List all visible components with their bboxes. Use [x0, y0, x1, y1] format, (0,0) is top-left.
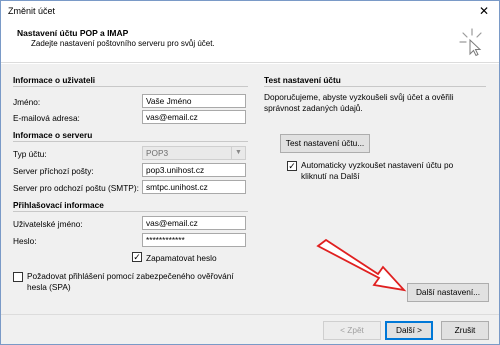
- spa-label-line2: hesla (SPA): [27, 282, 71, 292]
- title-bar: Změnit účet ✕: [1, 1, 499, 23]
- test-account-button[interactable]: Test nastavení účtu...: [280, 134, 370, 153]
- test-description-line2: správnost zadaných údajů.: [264, 103, 363, 113]
- chevron-down-icon: ▼: [231, 147, 245, 159]
- account-type-value: POP3: [146, 148, 169, 158]
- back-button[interactable]: < Zpět: [323, 321, 381, 340]
- outgoing-server-field[interactable]: smtpc.unihost.cz: [142, 180, 246, 194]
- more-settings-button[interactable]: Další nastavení...: [407, 283, 489, 302]
- account-type-label: Typ účtu:: [13, 149, 47, 159]
- annotation-arrow-icon: [316, 238, 407, 292]
- login-info-divider: [13, 211, 248, 212]
- test-description-line1: Doporučujeme, abyste vyzkoušeli svůj úče…: [264, 92, 454, 102]
- cancel-button[interactable]: Zrušit: [441, 321, 489, 340]
- login-info-heading: Přihlašovací informace: [13, 200, 104, 210]
- user-info-heading: Informace o uživateli: [13, 75, 96, 85]
- name-field[interactable]: Vaše Jméno: [142, 94, 246, 108]
- auto-test-label-line2: kliknutí na Další: [301, 171, 360, 181]
- cursor-sparkle-icon: [459, 28, 482, 57]
- header-subtitle: Zadejte nastavení poštovního serveru pro…: [31, 39, 215, 48]
- password-field[interactable]: ************: [142, 233, 246, 247]
- header-title: Nastavení účtu POP a IMAP: [17, 28, 129, 38]
- test-divider: [264, 86, 486, 87]
- user-info-divider: [13, 86, 248, 87]
- server-info-divider: [13, 141, 248, 142]
- remember-password-label: Zapamatovat heslo: [146, 253, 217, 263]
- outgoing-server-label: Server pro odchozí poštu (SMTP):: [13, 183, 139, 193]
- auto-test-checkbox[interactable]: ✓: [287, 161, 297, 171]
- close-icon[interactable]: ✕: [473, 3, 495, 20]
- window-title: Změnit účet: [8, 6, 56, 16]
- username-label: Uživatelské jméno:: [13, 219, 83, 229]
- incoming-server-field[interactable]: pop3.unihost.cz: [142, 163, 246, 177]
- password-label: Heslo:: [13, 236, 37, 246]
- remember-password-checkbox[interactable]: ✓: [132, 252, 142, 262]
- spa-label-line1: Požadovat přihlášení pomocí zabezpečenéh…: [27, 271, 234, 281]
- account-type-select[interactable]: POP3 ▼: [142, 146, 246, 160]
- spa-checkbox[interactable]: [13, 272, 23, 282]
- server-info-heading: Informace o serveru: [13, 130, 93, 140]
- dialog-window: Změnit účet ✕ Nastavení účtu POP a IMAP …: [0, 0, 500, 345]
- email-label: E-mailová adresa:: [13, 113, 80, 123]
- test-heading: Test nastavení účtu: [264, 75, 341, 85]
- incoming-server-label: Server příchozí pošty:: [13, 166, 94, 176]
- username-field[interactable]: vas@email.cz: [142, 216, 246, 230]
- settings-body: Informace o uživateli Jméno: Vaše Jméno …: [1, 64, 499, 314]
- next-button[interactable]: Další >: [385, 321, 433, 340]
- dialog-footer: < Zpět Další > Zrušit: [1, 314, 499, 344]
- email-field[interactable]: vas@email.cz: [142, 110, 246, 124]
- auto-test-label-line1: Automaticky vyzkoušet nastavení účtu po: [301, 160, 454, 170]
- dialog-header: Nastavení účtu POP a IMAP Zadejte nastav…: [1, 23, 499, 63]
- name-label: Jméno:: [13, 97, 41, 107]
